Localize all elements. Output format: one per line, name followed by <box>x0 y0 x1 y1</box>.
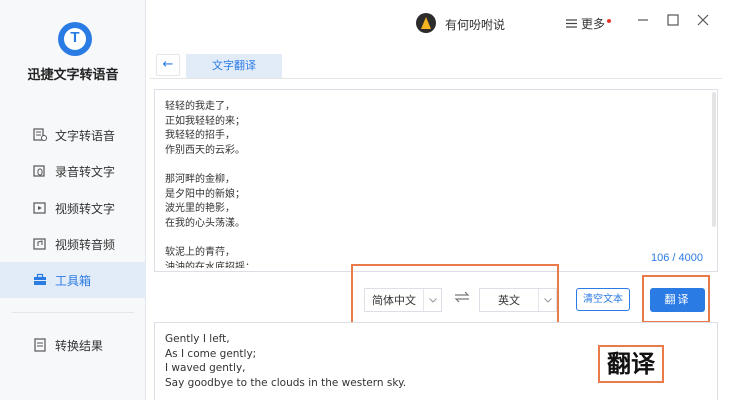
app-window: T 迅捷文字转语音 文字转语音 录音转文字 视频转文字 视频转音频 工具箱 转换… <box>0 0 732 400</box>
output-text: Gently I left, As I come gently; I waved… <box>165 333 407 389</box>
annotation-label: 翻译 <box>598 345 664 383</box>
